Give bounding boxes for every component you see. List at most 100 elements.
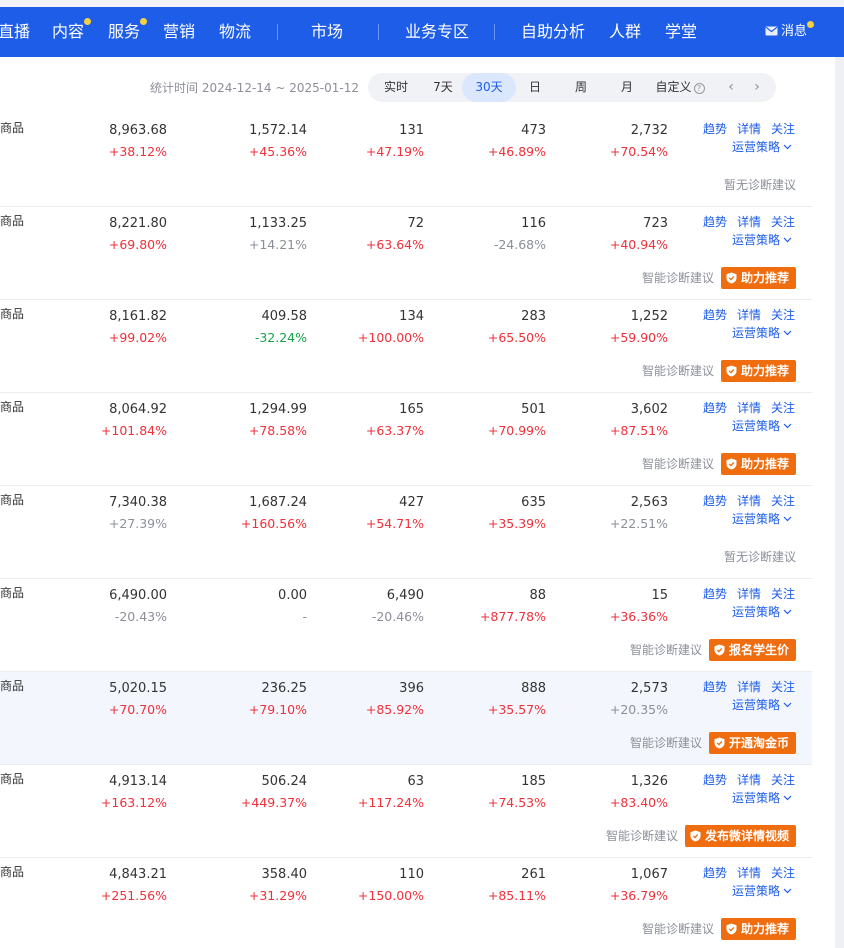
trend-link[interactable]: 趋势: [703, 213, 727, 230]
detail-link[interactable]: 详情: [737, 864, 761, 881]
detail-link[interactable]: 详情: [737, 771, 761, 788]
follow-link[interactable]: 关注: [771, 585, 795, 602]
diagnosis-area: 智能诊断建议 开通淘金币: [630, 732, 796, 754]
strategy-dropdown[interactable]: 运营策略: [732, 231, 792, 248]
suggestion-action-button[interactable]: 助力推荐: [720, 918, 796, 940]
table-row[interactable]: 主商品 8,064.92 +101.84% 1,294.99 +78.58% 165 +63…: [0, 393, 812, 486]
metric-change: -20.43%: [114, 609, 167, 624]
suggestion-action-button[interactable]: 助力推荐: [720, 360, 796, 382]
filter-bar: 统计时间 2024-12-14 ~ 2025-01-12 实时 7天 30天 日 周 月 自…: [0, 57, 835, 119]
suggestion-action-button[interactable]: 发布微详情视频: [684, 825, 796, 847]
detail-link[interactable]: 详情: [737, 492, 761, 509]
strategy-dropdown[interactable]: 运营策略: [732, 417, 792, 434]
suggestion-action-label: 报名学生价: [728, 643, 789, 657]
range-option-6[interactable]: 自定义?: [652, 73, 708, 102]
diagnosis-area: 智能诊断建议 助力推荐: [642, 360, 796, 382]
metric-change: +27.39%: [108, 516, 167, 531]
detail-link[interactable]: 详情: [737, 213, 761, 230]
trend-link[interactable]: 趋势: [703, 306, 727, 323]
nav-item-4[interactable]: 物流: [219, 7, 251, 57]
suggestion-action-button[interactable]: 助力推荐: [720, 267, 796, 289]
strategy-dropdown[interactable]: 运营策略: [732, 696, 792, 713]
nav-item-9[interactable]: 学堂: [665, 7, 697, 57]
table-row[interactable]: 主商品 8,963.68 +38.12% 1,572.14 +45.36% 131 +47.…: [0, 114, 812, 207]
suggestion-action-button[interactable]: 开通淘金币: [708, 732, 796, 754]
diagnosis-text[interactable]: 智能诊断建议: [642, 360, 714, 382]
nav-item-8[interactable]: 人群: [609, 7, 641, 57]
chevron-left-icon[interactable]: ‹: [724, 73, 738, 102]
diagnosis-text[interactable]: 智能诊断建议: [606, 825, 678, 847]
scrollbar-track[interactable]: [835, 57, 844, 948]
follow-link[interactable]: 关注: [771, 120, 795, 137]
detail-link[interactable]: 详情: [737, 678, 761, 695]
trend-link[interactable]: 趋势: [703, 585, 727, 602]
diagnosis-text: 暂无诊断建议: [723, 178, 796, 192]
table-row[interactable]: 主商品 8,161.82 +99.02% 409.58 -32.24% 134 +100.0…: [0, 300, 812, 393]
range-option-1[interactable]: 7天: [423, 73, 463, 102]
range-option-3[interactable]: 日: [518, 73, 552, 102]
metric-value: 131: [399, 123, 424, 138]
table-row[interactable]: 主商品 7,340.38 +27.39% 1,687.24 +160.56% 427 +54…: [0, 486, 812, 579]
trend-link[interactable]: 趋势: [703, 864, 727, 881]
nav-item-3[interactable]: 营销: [163, 7, 195, 57]
question-icon[interactable]: ?: [693, 83, 705, 94]
strategy-dropdown[interactable]: 运营策略: [732, 882, 792, 899]
follow-link[interactable]: 关注: [771, 399, 795, 416]
detail-link[interactable]: 详情: [737, 585, 761, 602]
diagnosis-text[interactable]: 智能诊断建议: [642, 453, 714, 475]
table-row[interactable]: 主商品 5,020.15 +70.70% 236.25 +79.10% 396 +85.92…: [0, 672, 812, 765]
strategy-dropdown[interactable]: 运营策略: [732, 510, 792, 527]
range-option-4[interactable]: 周: [564, 73, 598, 102]
follow-link[interactable]: 关注: [771, 306, 795, 323]
metric-cell-4: 1,252 +59.90%: [610, 310, 668, 345]
trend-link[interactable]: 趋势: [703, 771, 727, 788]
range-option-2[interactable]: 30天: [462, 73, 516, 102]
message-button[interactable]: 消息: [765, 7, 815, 57]
diagnosis-text[interactable]: 智能诊断建议: [630, 732, 702, 754]
range-option-0[interactable]: 实时: [376, 73, 416, 102]
suggestion-action-button[interactable]: 报名学生价: [708, 639, 796, 661]
table-row[interactable]: 主商品 4,843.21 +251.56% 358.40 +31.29% 110 +150.…: [0, 858, 812, 948]
diagnosis-text[interactable]: 智能诊断建议: [642, 267, 714, 289]
nav-item-2[interactable]: 服务: [108, 7, 148, 57]
follow-link[interactable]: 关注: [771, 213, 795, 230]
detail-link[interactable]: 详情: [737, 306, 761, 323]
strategy-dropdown[interactable]: 运营策略: [732, 603, 792, 620]
strategy-dropdown[interactable]: 运营策略: [732, 324, 792, 341]
trend-link[interactable]: 趋势: [703, 678, 727, 695]
metric-change: +31.29%: [248, 888, 307, 903]
range-option-5[interactable]: 月: [610, 73, 644, 102]
metric-change: +160.56%: [240, 516, 307, 531]
nav-item-1[interactable]: 内容: [52, 7, 92, 57]
trend-link[interactable]: 趋势: [703, 120, 727, 137]
nav-divider: [378, 24, 379, 40]
detail-link[interactable]: 详情: [737, 120, 761, 137]
trend-link[interactable]: 趋势: [703, 492, 727, 509]
chevron-right-icon[interactable]: ›: [750, 73, 764, 102]
follow-link[interactable]: 关注: [771, 492, 795, 509]
diagnosis-text[interactable]: 智能诊断建议: [630, 639, 702, 661]
metric-cell-0: 5,020.15 +70.70%: [109, 682, 167, 717]
nav-item-6[interactable]: 业务专区: [405, 7, 469, 57]
follow-link[interactable]: 关注: [771, 678, 795, 695]
nav-item-0[interactable]: 直播: [0, 7, 30, 57]
metric-change: +38.12%: [108, 144, 167, 159]
trend-link[interactable]: 趋势: [703, 399, 727, 416]
follow-link[interactable]: 关注: [771, 864, 795, 881]
metric-value: 2,732: [630, 123, 668, 138]
nav-item-label: 业务专区: [405, 22, 470, 41]
suggestion-action-button[interactable]: 助力推荐: [720, 453, 796, 475]
nav-item-7[interactable]: 自助分析: [521, 7, 585, 57]
nav-item-label: 自助分析: [521, 22, 586, 41]
strategy-dropdown[interactable]: 运营策略: [732, 138, 792, 155]
nav-item-5[interactable]: 市场: [311, 7, 343, 57]
table-row[interactable]: 主商品 8,221.80 +69.80% 1,133.25 +14.21% 72 +63.6…: [0, 207, 812, 300]
table-row[interactable]: 主商品 6,490.00 -20.43% 0.00 - 6,490 -20.46% 88 +87…: [0, 579, 812, 672]
follow-link[interactable]: 关注: [771, 771, 795, 788]
table-row[interactable]: 主商品 4,913.14 +163.12% 506.24 +449.37% 63 +117.…: [0, 765, 812, 858]
strategy-dropdown[interactable]: 运营策略: [732, 789, 792, 806]
diagnosis-text[interactable]: 智能诊断建议: [642, 918, 714, 940]
metric-change: +101.84%: [100, 423, 167, 438]
detail-link[interactable]: 详情: [737, 399, 761, 416]
metric-change: +65.50%: [487, 330, 546, 345]
